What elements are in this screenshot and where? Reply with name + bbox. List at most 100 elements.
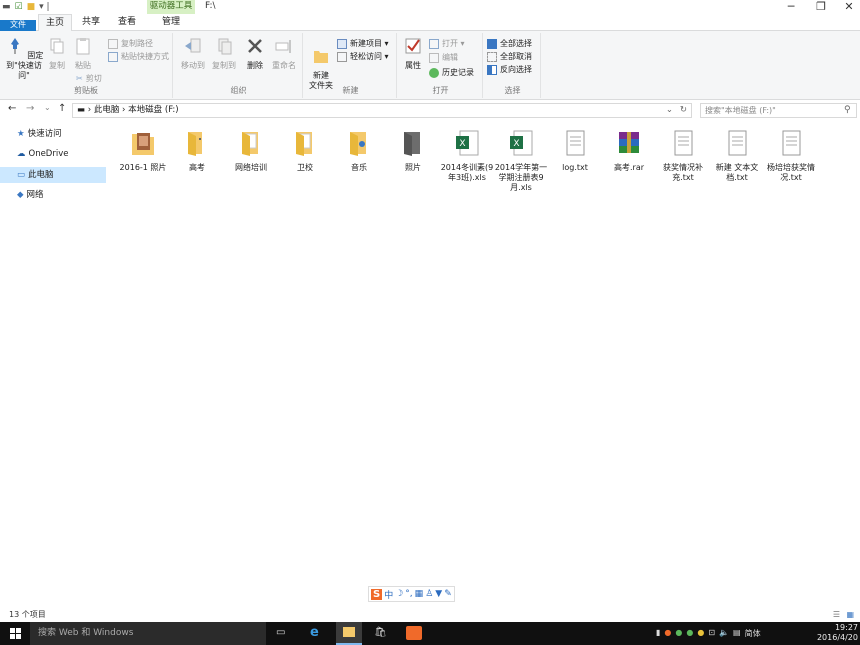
ime-mode-label[interactable]: 简体 <box>745 628 761 639</box>
pin-quick-access-button[interactable]: 固定到"快速访问" <box>3 36 45 81</box>
address-path[interactable]: ▬ › 此电脑 › 本地磁盘 (F:) ⌄ ↻ <box>72 103 692 118</box>
windows-start-icon[interactable] <box>10 628 21 639</box>
paste-shortcut-icon <box>108 51 118 62</box>
new-item-button[interactable]: 新建项目 ▾ <box>337 38 389 49</box>
file-explorer-taskbar-button[interactable] <box>336 622 362 645</box>
search-input[interactable]: 搜索"本地磁盘 (F:)" <box>700 103 857 118</box>
rename-button[interactable]: 重命名 <box>269 36 299 71</box>
copy-path-button[interactable]: 复制路径 <box>108 38 153 49</box>
rename-icon <box>275 40 291 53</box>
edit-button[interactable]: 编辑 <box>429 52 458 63</box>
details-view-icon[interactable]: ☰ <box>833 607 840 622</box>
file-item[interactable]: log.txt <box>548 128 602 173</box>
file-item[interactable]: X 2014冬训素(9年3班).xls <box>440 128 494 183</box>
drive-tools-context-tab: 驱动器工具 <box>147 0 195 14</box>
sogou-logo-icon[interactable]: S <box>371 588 383 600</box>
window-title: F:\ <box>205 1 216 11</box>
tab-share[interactable]: 共享 <box>76 14 106 31</box>
skin-icon[interactable]: ▼ <box>435 589 442 599</box>
volume-icon[interactable]: 🔈 <box>719 628 729 639</box>
ime-toolbar[interactable]: S 中 ☽ °, ▦ ♙ ▼ ✎ <box>368 586 455 602</box>
breadcrumb-local-disk[interactable]: 本地磁盘 (F:) <box>128 105 178 115</box>
address-dropdown-icon[interactable]: ⌄ <box>666 104 673 117</box>
tab-view[interactable]: 查看 <box>112 14 142 31</box>
easy-access-button[interactable]: 轻松访问 ▾ <box>337 51 389 62</box>
open-button[interactable]: 打开 ▾ <box>429 38 465 49</box>
clock[interactable]: 19:27 2016/4/20 <box>817 623 858 643</box>
folder-icon <box>404 132 420 156</box>
shield-icon[interactable]: ● <box>675 628 682 639</box>
file-item[interactable]: 2016-1 照片 <box>116 128 170 173</box>
sidebar-item-onedrive[interactable]: ☁ OneDrive <box>0 146 106 162</box>
tab-home[interactable]: 主页 <box>38 14 72 32</box>
invert-selection-button[interactable]: 反向选择 <box>487 64 532 75</box>
security-icon[interactable]: ● <box>664 628 671 639</box>
forward-arrow-icon[interactable]: → <box>26 103 34 114</box>
file-item[interactable]: 获奖情况补充.txt <box>656 128 710 183</box>
excel-file-icon: X <box>456 130 479 156</box>
file-item[interactable]: 音乐 <box>332 128 386 173</box>
file-item[interactable]: 网络培训 <box>224 128 278 173</box>
move-to-button[interactable]: 移动到 <box>178 36 208 71</box>
window-menu-icon[interactable]: ▬ <box>2 2 11 12</box>
copy-button[interactable]: 复制 <box>46 36 68 71</box>
new-folder-button[interactable]: 新建 文件夹 <box>307 36 335 91</box>
breadcrumb-this-pc[interactable]: 此电脑 <box>94 105 120 115</box>
moon-icon[interactable]: ☽ <box>395 589 403 599</box>
file-item[interactable]: 照片 <box>386 128 440 173</box>
taskbar-search-box[interactable]: 搜索 Web 和 Windows <box>30 622 266 645</box>
edge-browser-icon[interactable]: e <box>310 625 319 640</box>
notification-icon[interactable]: ▤ <box>733 628 741 639</box>
search-icon[interactable]: ⚲ <box>844 105 851 115</box>
chinese-mode-icon[interactable]: 中 <box>384 588 393 601</box>
update-icon[interactable]: ● <box>686 628 693 639</box>
network-tray-icon[interactable]: ⊡ <box>708 628 715 639</box>
folder-icon <box>296 132 312 156</box>
delete-button[interactable]: 删除 <box>243 36 267 71</box>
back-arrow-icon[interactable]: ← <box>8 103 16 114</box>
file-item[interactable]: 新建 文本文档.txt <box>710 128 764 183</box>
keyboard-icon[interactable]: ▦ <box>415 589 424 599</box>
sogou-taskbar-icon[interactable] <box>406 626 422 640</box>
file-item[interactable]: 卫校 <box>278 128 332 173</box>
history-button[interactable]: 历史记录 <box>429 67 474 78</box>
properties-qat-icon[interactable]: ☑ <box>15 2 23 12</box>
scissors-icon: ✂ <box>76 74 83 83</box>
clipboard-group-label: 剪贴板 <box>74 86 98 95</box>
sidebar-item-this-pc[interactable]: ▭ 此电脑 <box>0 167 106 183</box>
sidebar-item-quick-access[interactable]: ★ 快速访问 <box>0 126 106 142</box>
task-view-icon[interactable]: ▭ <box>276 627 285 638</box>
paste-button[interactable]: 粘贴 <box>72 36 94 71</box>
select-none-button[interactable]: 全部取消 <box>487 51 532 62</box>
battery-icon[interactable]: ▮ <box>656 628 660 639</box>
cut-button[interactable]: ✂ 剪切 <box>76 73 102 84</box>
minimize-button[interactable]: ─ <box>776 0 806 14</box>
tab-manage[interactable]: 管理 <box>151 14 191 31</box>
sidebar-item-network[interactable]: ◆ 网络 <box>0 187 106 203</box>
file-item[interactable]: 高考.rar <box>602 128 656 173</box>
refresh-icon[interactable]: ↻ <box>680 104 687 117</box>
copy-to-button[interactable]: 复制到 <box>209 36 239 71</box>
history-icon <box>429 67 439 78</box>
organize-group: 移动到 复制到 删除 重命名 组织 <box>175 33 303 98</box>
antivirus-icon[interactable]: ● <box>697 628 704 639</box>
svg-text:X: X <box>513 139 519 149</box>
file-item[interactable]: X 2014学年第一学期注册表9月.xls <box>494 128 548 193</box>
large-icons-view-icon[interactable]: ▦ <box>846 607 854 622</box>
star-icon: ★ <box>17 129 25 139</box>
user-icon[interactable]: ♙ <box>425 589 433 599</box>
close-button[interactable]: ✕ <box>834 0 860 14</box>
file-item[interactable]: 杨培培获奖情况.txt <box>764 128 818 183</box>
folder-qat-icon[interactable]: ■ <box>27 2 36 12</box>
up-arrow-icon[interactable]: ↑ <box>58 103 66 114</box>
tools-icon[interactable]: ✎ <box>444 589 452 599</box>
file-item[interactable]: 高考 <box>170 128 224 173</box>
select-all-button[interactable]: 全部选择 <box>487 38 532 49</box>
store-icon[interactable]: 🛍 <box>374 627 387 638</box>
paste-shortcut-button[interactable]: 粘贴快捷方式 <box>108 51 169 62</box>
properties-button[interactable]: 属性 <box>401 36 425 71</box>
maximize-button[interactable]: ❐ <box>806 0 836 14</box>
customize-qat-icon[interactable]: ▾ | <box>39 2 49 12</box>
recent-dropdown-icon[interactable]: ⌄ <box>44 103 51 112</box>
punctuation-icon[interactable]: °, <box>405 589 412 599</box>
